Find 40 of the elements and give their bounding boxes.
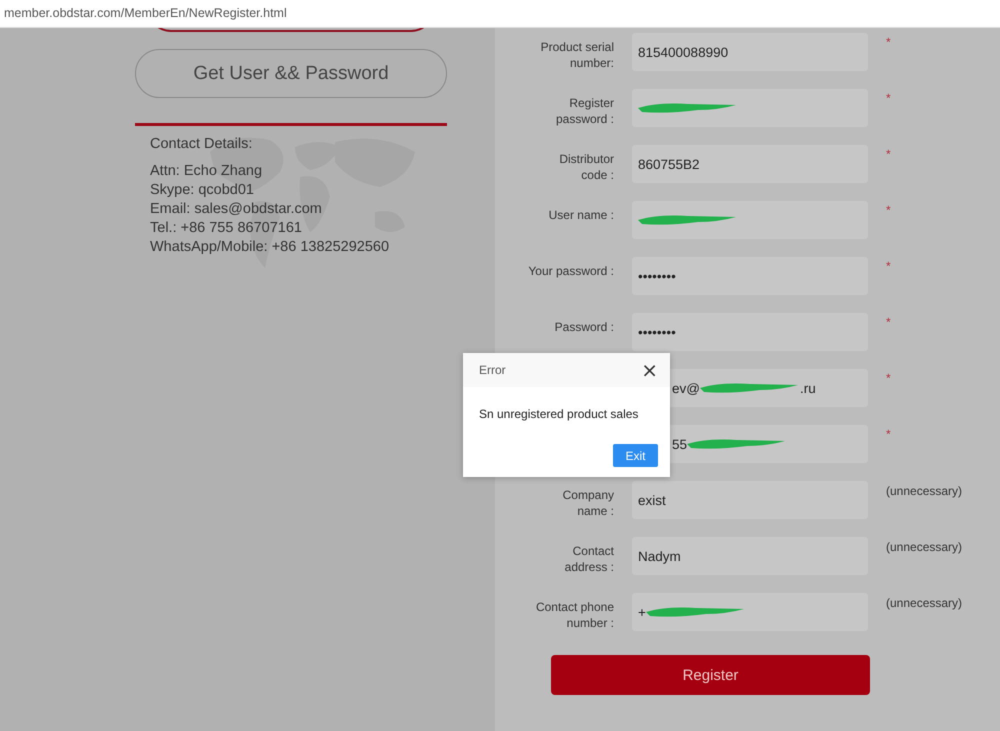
field-label: Register password : — [556, 95, 614, 127]
field-label: Your password : — [528, 263, 614, 279]
required-mark: * — [886, 90, 892, 105]
input-field[interactable]: •••••••• — [632, 257, 868, 295]
field-label: Company name : — [562, 487, 614, 519]
input-field[interactable]: Nadym — [632, 537, 868, 575]
optional-note: (unnecessary) — [886, 539, 964, 554]
required-mark: * — [886, 314, 892, 329]
contact-text: Email: sales@obdstar.com — [150, 200, 323, 219]
input-field[interactable] — [632, 89, 868, 127]
required-mark: * — [886, 258, 892, 273]
input-field[interactable]: 860755B2 — [632, 145, 868, 183]
field-label: Password : — [554, 319, 614, 335]
error-message: Sn unregistered product sales — [478, 406, 640, 421]
get-user-password-button[interactable]: Get User && Password — [135, 49, 447, 98]
required-mark: * — [886, 370, 892, 385]
field-label: Distributor code : — [559, 151, 614, 183]
contact-heading: Contact Details: — [150, 136, 254, 152]
contact-text: Tel.: +86 755 86707161 — [150, 219, 303, 238]
contact-text: Attn: Echo Zhang — [150, 162, 264, 181]
optional-note: (unnecessary) — [886, 483, 964, 498]
required-mark: * — [886, 202, 892, 217]
input-field[interactable] — [632, 201, 868, 239]
field-label: User name : — [548, 207, 614, 223]
field-label: Contact address : — [564, 543, 614, 575]
input-field[interactable]: + — [632, 593, 868, 631]
register-button[interactable]: Register — [551, 655, 870, 695]
dialog-title: Error — [479, 363, 506, 377]
url-text[interactable]: member.obdstar.com/MemberEn/NewRegister.html — [4, 6, 287, 20]
required-mark: * — [886, 34, 892, 49]
input-field[interactable]: exist — [632, 481, 868, 519]
contact-text: Skype: qcobd01 — [150, 181, 255, 200]
contact-text: WhatsApp/Mobile: +86 13825292560 — [150, 238, 390, 257]
optional-note: (unnecessary) — [886, 595, 964, 610]
required-mark: * — [886, 146, 892, 161]
field-label: Product serial number: — [540, 39, 614, 71]
field-label: Contact phone number : — [536, 599, 614, 631]
required-mark: * — [886, 426, 892, 441]
input-field[interactable]: •••••••• — [632, 313, 868, 351]
input-field[interactable]: 815400088990 — [632, 33, 868, 71]
